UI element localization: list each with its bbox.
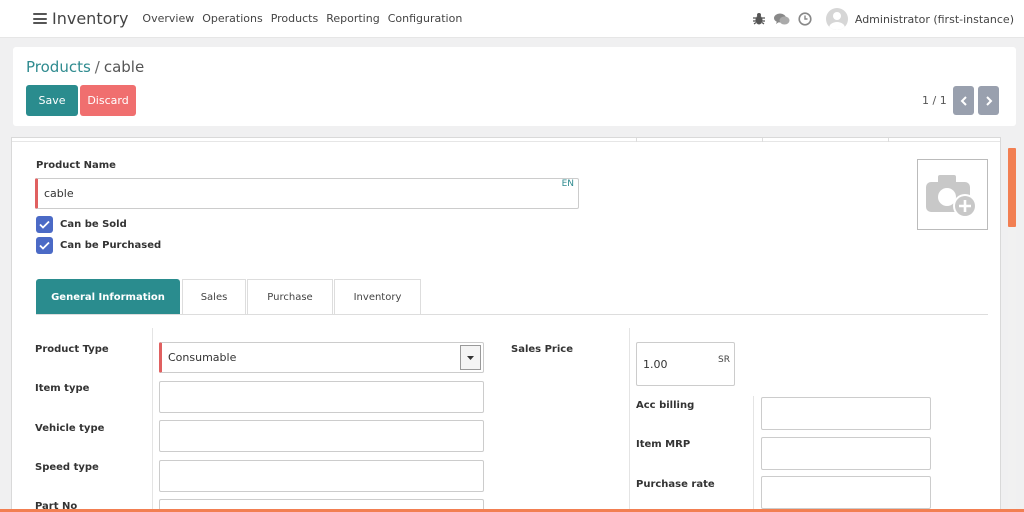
product-type-value: Consumable [168, 351, 237, 364]
chevron-left-icon [960, 95, 967, 106]
systray: Administrator (first-instance) [752, 0, 1014, 38]
product-name-input[interactable]: cable EN [35, 178, 579, 209]
sales-price-label: Sales Price [511, 344, 573, 355]
product-name-label: Product Name [36, 160, 116, 171]
item-mrp-input[interactable] [761, 437, 931, 470]
save-button[interactable]: Save [26, 85, 78, 116]
menu-operations[interactable]: Operations [202, 12, 262, 25]
left-group-divider [152, 328, 153, 512]
user-avatar[interactable] [825, 8, 848, 30]
tab-general-information[interactable]: General Information [36, 279, 180, 314]
purchase-rate-input[interactable] [761, 476, 931, 509]
user-name[interactable]: Administrator (first-instance) [855, 13, 1014, 26]
sheet-header-lines [12, 138, 1000, 142]
tab-purchase[interactable]: Purchase [247, 279, 333, 314]
item-mrp-label: Item MRP [636, 439, 691, 450]
purchase-rate-label: Purchase rate [636, 479, 715, 490]
item-type-label: Item type [35, 383, 90, 394]
tab-inventory[interactable]: Inventory [334, 279, 421, 314]
main-menu: Overview Operations Products Reporting C… [142, 12, 470, 25]
product-image-upload[interactable] [917, 159, 988, 230]
caret-down-icon[interactable] [460, 345, 481, 370]
breadcrumb-products-link[interactable]: Products [26, 58, 91, 76]
breadcrumb: Products / cable [26, 58, 144, 76]
pager-next-button[interactable] [978, 86, 999, 115]
breadcrumb-separator: / [94, 58, 100, 76]
language-tag[interactable]: EN [562, 179, 574, 189]
can-be-sold-checkbox[interactable] [36, 216, 53, 233]
scrollbar-thumb[interactable] [1008, 148, 1016, 227]
vehicle-type-label: Vehicle type [35, 423, 105, 434]
form-sheet: Product Name cable EN Can be Sold Can be… [11, 137, 1001, 512]
product-name-value: cable [44, 187, 74, 200]
product-type-select[interactable]: Consumable [159, 342, 484, 373]
clock-icon[interactable] [798, 12, 812, 26]
currency-symbol: SR [718, 355, 730, 365]
price-group-divider [753, 396, 754, 512]
vehicle-type-input[interactable] [159, 420, 484, 452]
hamburger-menu-icon[interactable] [33, 13, 47, 24]
tabs-divider [36, 314, 988, 315]
checkmark-icon [39, 220, 50, 229]
acc-billing-input[interactable] [761, 397, 931, 430]
vertical-scrollbar[interactable] [1008, 148, 1016, 512]
pager-previous-button[interactable] [953, 86, 974, 115]
bug-icon[interactable] [752, 12, 766, 26]
product-type-label: Product Type [35, 344, 109, 355]
control-panel: Products / cable Save Discard 1 / 1 [13, 47, 1016, 126]
discard-button[interactable]: Discard [80, 85, 136, 116]
top-navbar: Inventory Overview Operations Products R… [0, 0, 1024, 38]
speed-type-input[interactable] [159, 460, 484, 492]
menu-products[interactable]: Products [271, 12, 319, 25]
sales-price-input[interactable]: 1.00 SR [636, 342, 735, 386]
speed-type-label: Speed type [35, 462, 99, 473]
chevron-right-icon [985, 95, 992, 106]
app-name[interactable]: Inventory [52, 9, 128, 28]
pager-value[interactable]: 1 / 1 [922, 94, 947, 107]
checkmark-icon [39, 241, 50, 250]
can-be-purchased-checkbox[interactable] [36, 237, 53, 254]
camera-add-icon [926, 175, 977, 218]
breadcrumb-current: cable [103, 58, 145, 76]
can-be-purchased-label[interactable]: Can be Purchased [60, 240, 161, 251]
sales-price-value: 1.00 [643, 357, 668, 371]
tab-sales[interactable]: Sales [182, 279, 246, 314]
acc-billing-label: Acc billing [636, 400, 695, 411]
menu-configuration[interactable]: Configuration [388, 12, 463, 25]
menu-reporting[interactable]: Reporting [326, 12, 379, 25]
chat-icon[interactable] [773, 13, 790, 26]
menu-overview[interactable]: Overview [142, 12, 194, 25]
item-type-input[interactable] [159, 381, 484, 413]
can-be-sold-label[interactable]: Can be Sold [60, 219, 127, 230]
right-group-divider [629, 328, 630, 512]
